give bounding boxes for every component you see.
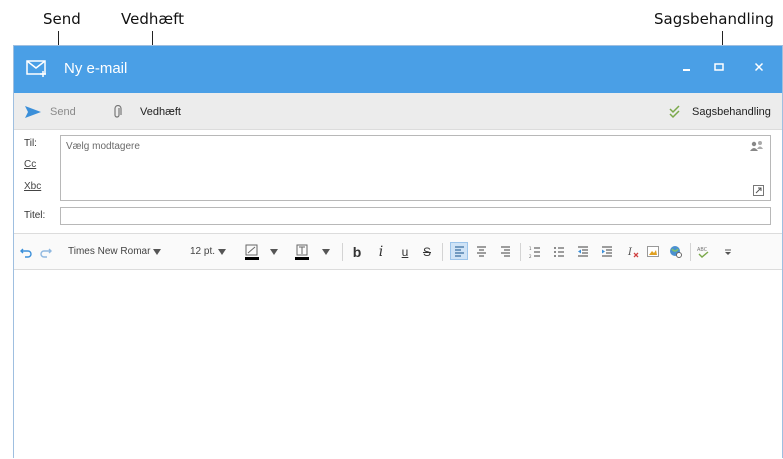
bullet-list-icon	[554, 246, 564, 257]
send-button[interactable]: Send	[24, 93, 76, 130]
new-mail-icon	[26, 60, 46, 77]
insert-image-button[interactable]	[644, 234, 662, 269]
subject-label: Titel:	[24, 210, 46, 221]
svg-text:2: 2	[529, 254, 532, 258]
recipients-placeholder: Vælg modtagere	[66, 141, 140, 152]
font-family-select[interactable]: Times New Romar	[68, 234, 178, 269]
image-icon	[647, 246, 659, 257]
separator	[342, 243, 343, 261]
attach-button[interactable]: Vedhæft	[112, 93, 181, 130]
highlight-color-button[interactable]	[242, 234, 262, 269]
increase-indent-button[interactable]	[598, 234, 616, 269]
decrease-indent-button[interactable]	[574, 234, 592, 269]
callout-case: Sagsbehandling	[654, 10, 774, 28]
chevron-down-icon	[270, 248, 278, 255]
numbered-list-button[interactable]: 12	[526, 234, 544, 269]
send-label: Send	[50, 105, 76, 118]
numbered-list-icon: 12	[529, 246, 540, 258]
expand-icon[interactable]	[753, 185, 764, 196]
svg-text:1: 1	[529, 246, 532, 251]
minimize-button[interactable]	[674, 56, 700, 82]
chevron-down-icon	[218, 248, 227, 255]
font-color-dropdown[interactable]	[320, 234, 332, 269]
align-center-button[interactable]	[472, 234, 490, 269]
align-center-icon	[476, 246, 486, 257]
italic-button[interactable]: i	[372, 234, 390, 269]
overflow-chevron-icon	[725, 249, 731, 255]
maximize-button[interactable]	[706, 56, 732, 82]
align-right-icon	[500, 246, 510, 257]
font-family-value: Times New Romar	[68, 246, 151, 257]
title-bar: Ny e-mail	[14, 46, 782, 93]
separator	[690, 243, 691, 261]
svg-text:ABC: ABC	[697, 247, 708, 253]
bold-button[interactable]: b	[348, 234, 366, 269]
more-options-button[interactable]	[722, 234, 734, 269]
align-left-icon	[454, 245, 464, 257]
double-check-icon	[669, 104, 680, 118]
separator	[442, 243, 443, 261]
send-icon	[25, 105, 41, 118]
bcc-link[interactable]: Xbc	[24, 181, 41, 192]
minimize-icon	[683, 69, 690, 71]
format-toolbar: Times New Romar 12 pt. b i u S 1 2 I ABC	[14, 233, 782, 270]
redo-button[interactable]	[38, 234, 54, 269]
bullet-list-button[interactable]	[550, 234, 568, 269]
font-color-icon	[295, 244, 309, 260]
align-left-button[interactable]	[450, 242, 468, 260]
highlight-icon	[245, 244, 259, 260]
to-label: Til:	[24, 138, 37, 149]
email-compose-window: Ny e-mail Send Vedhæft Sagsbehandling Ti…	[13, 45, 783, 459]
close-button[interactable]	[746, 56, 772, 82]
maximize-icon	[714, 63, 724, 71]
indent-icon	[602, 245, 612, 257]
case-management-label: Sagsbehandling	[692, 105, 771, 118]
font-size-select[interactable]: 12 pt.	[190, 234, 234, 269]
window-title: Ny e-mail	[64, 60, 128, 77]
case-management-button[interactable]: Sagsbehandling	[668, 93, 771, 130]
svg-text:I: I	[627, 247, 633, 258]
strikethrough-button[interactable]: S	[418, 234, 436, 269]
spellcheck-button[interactable]: ABC	[694, 234, 714, 269]
cc-link[interactable]: Cc	[24, 159, 36, 170]
globe-link-icon	[669, 246, 682, 258]
address-book-icon[interactable]	[750, 140, 764, 152]
font-color-button[interactable]	[292, 234, 312, 269]
message-body-editor[interactable]	[14, 270, 782, 459]
align-right-button[interactable]	[496, 234, 514, 269]
subject-input[interactable]	[60, 207, 771, 225]
close-icon	[754, 62, 764, 72]
spellcheck-icon: ABC	[697, 247, 709, 258]
redo-icon	[40, 248, 52, 258]
chevron-down-icon	[153, 248, 162, 255]
outdent-icon	[578, 245, 588, 257]
clear-formatting-button[interactable]: I	[624, 234, 642, 269]
callout-send: Send	[43, 10, 81, 28]
main-toolbar: Send Vedhæft Sagsbehandling	[14, 93, 782, 130]
paperclip-icon	[114, 104, 122, 118]
insert-link-button[interactable]	[666, 234, 684, 269]
underline-button[interactable]: u	[396, 234, 414, 269]
undo-icon	[20, 248, 32, 258]
highlight-color-dropdown[interactable]	[268, 234, 280, 269]
font-size-value: 12 pt.	[190, 246, 216, 257]
undo-button[interactable]	[18, 234, 34, 269]
clear-formatting-icon: I	[627, 247, 639, 258]
chevron-down-icon	[322, 248, 330, 255]
recipient-fields: Til: Cc Xbc Vælg modtagere Titel:	[14, 130, 782, 225]
callout-attach: Vedhæft	[121, 10, 184, 28]
recipients-input[interactable]: Vælg modtagere	[60, 135, 771, 201]
attach-label: Vedhæft	[140, 105, 181, 118]
separator	[520, 243, 521, 261]
